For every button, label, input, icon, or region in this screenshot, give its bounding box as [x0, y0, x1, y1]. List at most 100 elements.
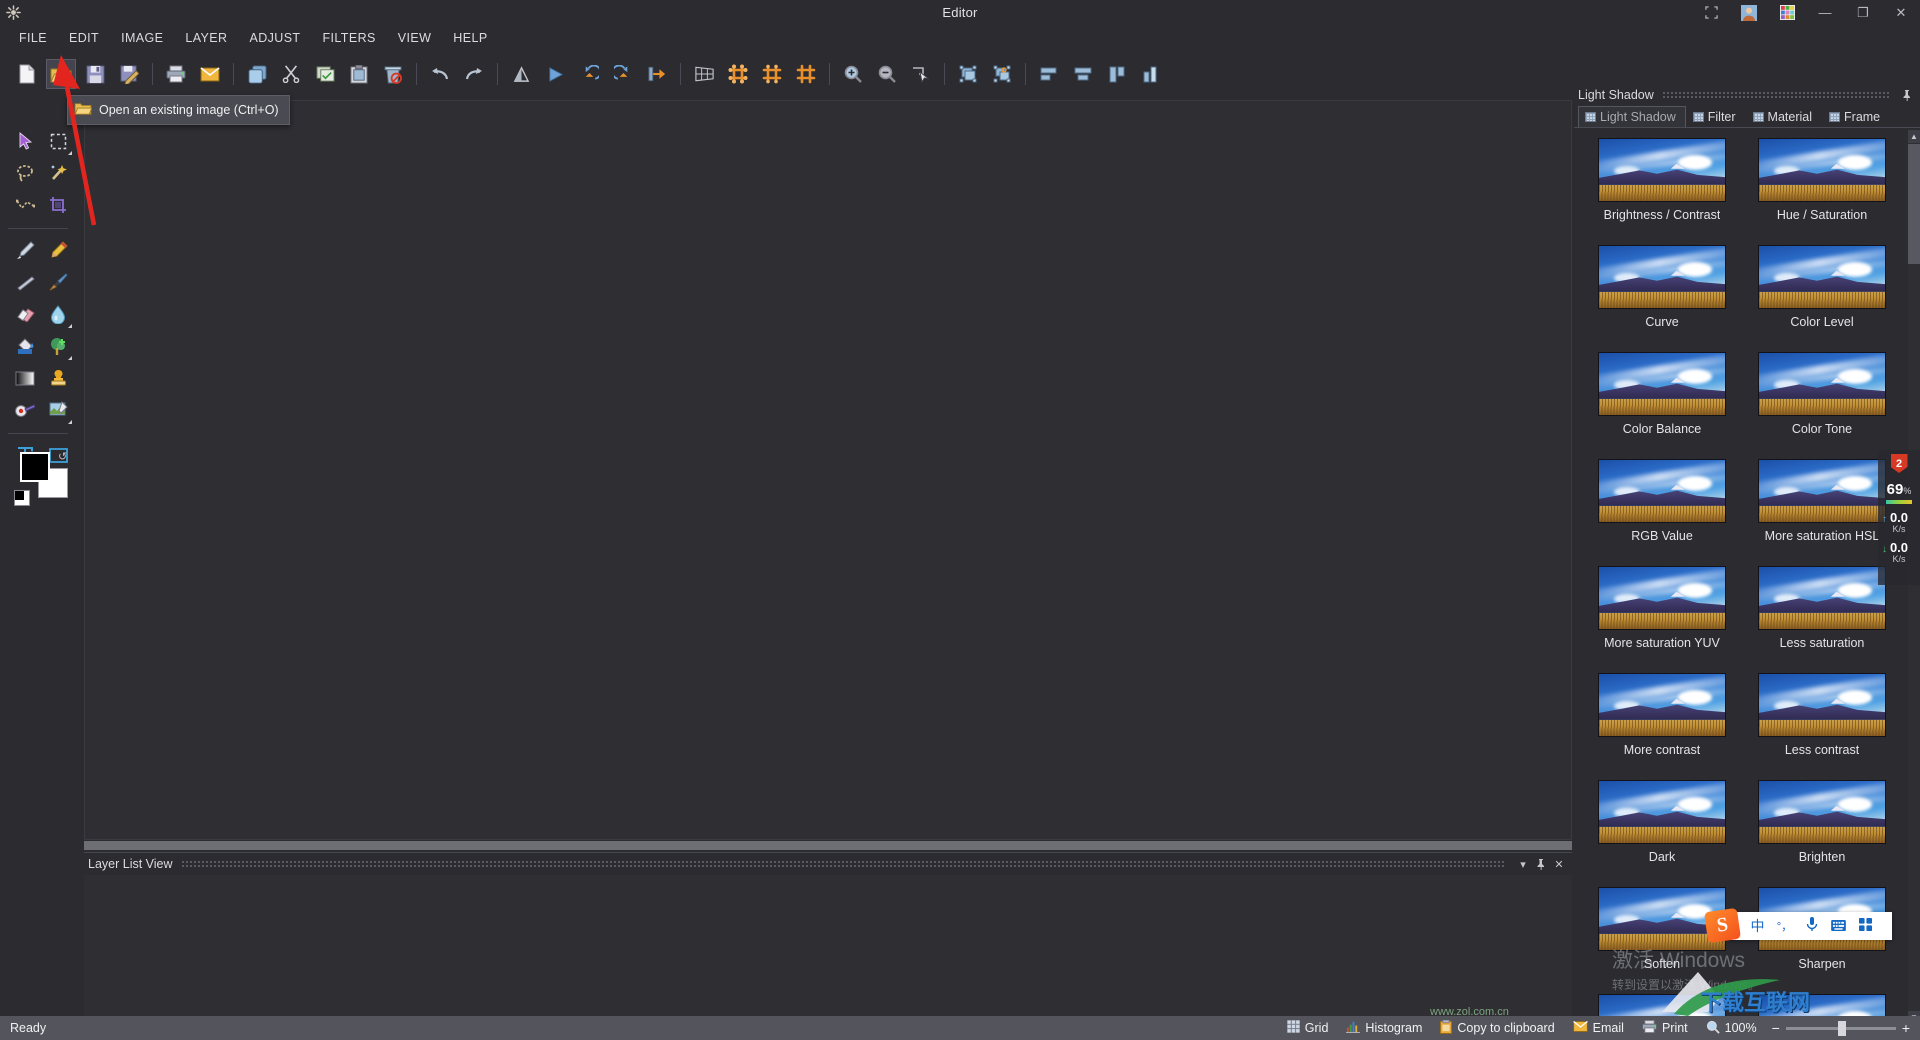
zoom-slider-knob[interactable] [1837, 1020, 1846, 1036]
lasso-tool-icon[interactable] [10, 158, 40, 188]
copy-icon[interactable] [310, 59, 340, 89]
preset-item[interactable]: Hue / Saturation [1742, 138, 1902, 238]
preset-item[interactable]: Brightness / Contrast [1582, 138, 1742, 238]
color-picker-tool-icon[interactable] [10, 395, 40, 425]
align-left-icon[interactable] [1034, 59, 1064, 89]
layer-panel-drag-handle[interactable] [180, 859, 1506, 869]
sogou-logo-icon[interactable]: S [1704, 907, 1741, 944]
ungroup-objects-icon[interactable] [987, 59, 1017, 89]
color-palette-icon[interactable] [1768, 0, 1806, 25]
menu-layer[interactable]: LAYER [174, 28, 238, 48]
menu-filters[interactable]: FILTERS [311, 28, 386, 48]
tab-light-shadow[interactable]: Light Shadow [1578, 106, 1686, 127]
preset-item[interactable]: More saturation YUV [1582, 566, 1742, 666]
canvas-horizontal-scrollbar[interactable] [84, 841, 1572, 850]
stamp-tool-icon[interactable] [43, 363, 73, 393]
save-icon[interactable] [80, 59, 110, 89]
preset-thumbnail[interactable] [1758, 459, 1886, 523]
align-top-icon[interactable] [1102, 59, 1132, 89]
zoom-out-icon[interactable] [872, 59, 902, 89]
status-grid-button[interactable]: Grid [1280, 1018, 1336, 1038]
preset-thumbnail[interactable] [1598, 352, 1726, 416]
pen-tool-icon[interactable] [10, 235, 40, 265]
menu-image[interactable]: IMAGE [110, 28, 174, 48]
preset-thumbnail[interactable] [1758, 352, 1886, 416]
magic-wand-tool-icon[interactable] [43, 158, 73, 188]
grid-warp-3-icon[interactable] [791, 59, 821, 89]
default-colors-swatch[interactable] [14, 490, 30, 506]
preset-thumbnail[interactable] [1758, 673, 1886, 737]
print-icon[interactable] [161, 59, 191, 89]
move-tool-icon[interactable] [10, 126, 40, 156]
preset-thumbnail[interactable] [1598, 780, 1726, 844]
preset-thumbnail[interactable] [1598, 566, 1726, 630]
preset-thumbnail[interactable] [1758, 780, 1886, 844]
pin-icon[interactable] [1898, 86, 1916, 104]
preset-thumbnail[interactable] [1598, 138, 1726, 202]
preset-item[interactable]: Color Balance [1582, 352, 1742, 452]
chinese-mode-icon[interactable]: 中 [1744, 916, 1771, 936]
status-print-button[interactable]: Print [1635, 1018, 1695, 1038]
cut-icon[interactable] [276, 59, 306, 89]
zoom-slider[interactable]: − + [1768, 1020, 1910, 1036]
pin-icon[interactable] [1532, 855, 1550, 873]
preset-grid[interactable]: Brightness / Contrast Hue / Saturation Cur… [1574, 130, 1908, 1024]
zoom-minus-button[interactable]: − [1772, 1020, 1780, 1036]
group-objects-icon[interactable] [953, 59, 983, 89]
rect-select-tool-icon[interactable] [43, 126, 73, 156]
menu-view[interactable]: VIEW [387, 28, 443, 48]
tab-filter[interactable]: Filter [1686, 106, 1746, 127]
preset-item[interactable]: Less contrast [1742, 673, 1902, 773]
grid-warp-1-icon[interactable] [723, 59, 753, 89]
email-icon[interactable] [195, 59, 225, 89]
swap-colors-icon[interactable]: ↺ [58, 450, 67, 463]
scrollbar-thumb[interactable] [1908, 144, 1920, 264]
scroll-up-arrow-icon[interactable]: ▲ [1908, 130, 1920, 143]
status-histogram-button[interactable]: Histogram [1339, 1018, 1429, 1038]
select-arrow-icon[interactable] [906, 59, 936, 89]
paintbrush-tool-icon[interactable] [43, 267, 73, 297]
status-email-button[interactable]: Email [1566, 1019, 1631, 1037]
save-as-icon[interactable] [114, 59, 144, 89]
resize-icon[interactable] [642, 59, 672, 89]
menu-file[interactable]: FILE [8, 28, 58, 48]
duplicate-icon[interactable] [242, 59, 272, 89]
eraser-line-tool-icon[interactable] [10, 267, 40, 297]
preset-thumbnail[interactable] [1758, 245, 1886, 309]
paste-icon[interactable] [344, 59, 374, 89]
keyboard-icon[interactable] [1825, 918, 1852, 934]
foreground-color-swatch[interactable] [20, 452, 50, 482]
status-zoom-display[interactable]: 100% [1699, 1018, 1764, 1039]
blur-tool-icon[interactable] [43, 299, 73, 329]
layer-list-body[interactable] [84, 875, 1572, 1025]
grid-warp-2-icon[interactable] [757, 59, 787, 89]
crop-tool-icon[interactable] [43, 190, 73, 220]
minimize-button[interactable]: — [1806, 0, 1844, 25]
rotate-left-icon[interactable] [574, 59, 604, 89]
rotate-right-icon[interactable] [608, 59, 638, 89]
close-icon[interactable]: ✕ [1550, 855, 1568, 873]
maximize-button[interactable]: ❐ [1844, 0, 1882, 25]
fullscreen-icon[interactable] [1692, 0, 1730, 25]
redo-icon[interactable] [459, 59, 489, 89]
preset-thumbnail[interactable] [1598, 673, 1726, 737]
align-center-icon[interactable] [1068, 59, 1098, 89]
distribute-icon[interactable] [1136, 59, 1166, 89]
effects-tool-icon[interactable] [43, 395, 73, 425]
preset-thumbnail[interactable] [1598, 245, 1726, 309]
preset-item[interactable]: RGB Value [1582, 459, 1742, 559]
preset-item[interactable]: Color Tone [1742, 352, 1902, 452]
preset-item[interactable]: Dark [1582, 780, 1742, 880]
ime-toolbar[interactable]: S 中 °， [1704, 907, 1892, 944]
preset-item[interactable]: Curve [1582, 245, 1742, 345]
preset-item[interactable]: Brighten [1742, 780, 1902, 880]
zoom-in-icon[interactable] [838, 59, 868, 89]
canvas-area[interactable] [84, 100, 1572, 840]
new-file-icon[interactable] [12, 59, 42, 89]
flip-vertical-icon[interactable] [540, 59, 570, 89]
clone-plant-tool-icon[interactable] [43, 331, 73, 361]
microphone-icon[interactable] [1798, 917, 1825, 935]
preset-thumbnail[interactable] [1758, 138, 1886, 202]
eraser-tool-icon[interactable] [10, 299, 40, 329]
zoom-plus-button[interactable]: + [1902, 1020, 1910, 1036]
